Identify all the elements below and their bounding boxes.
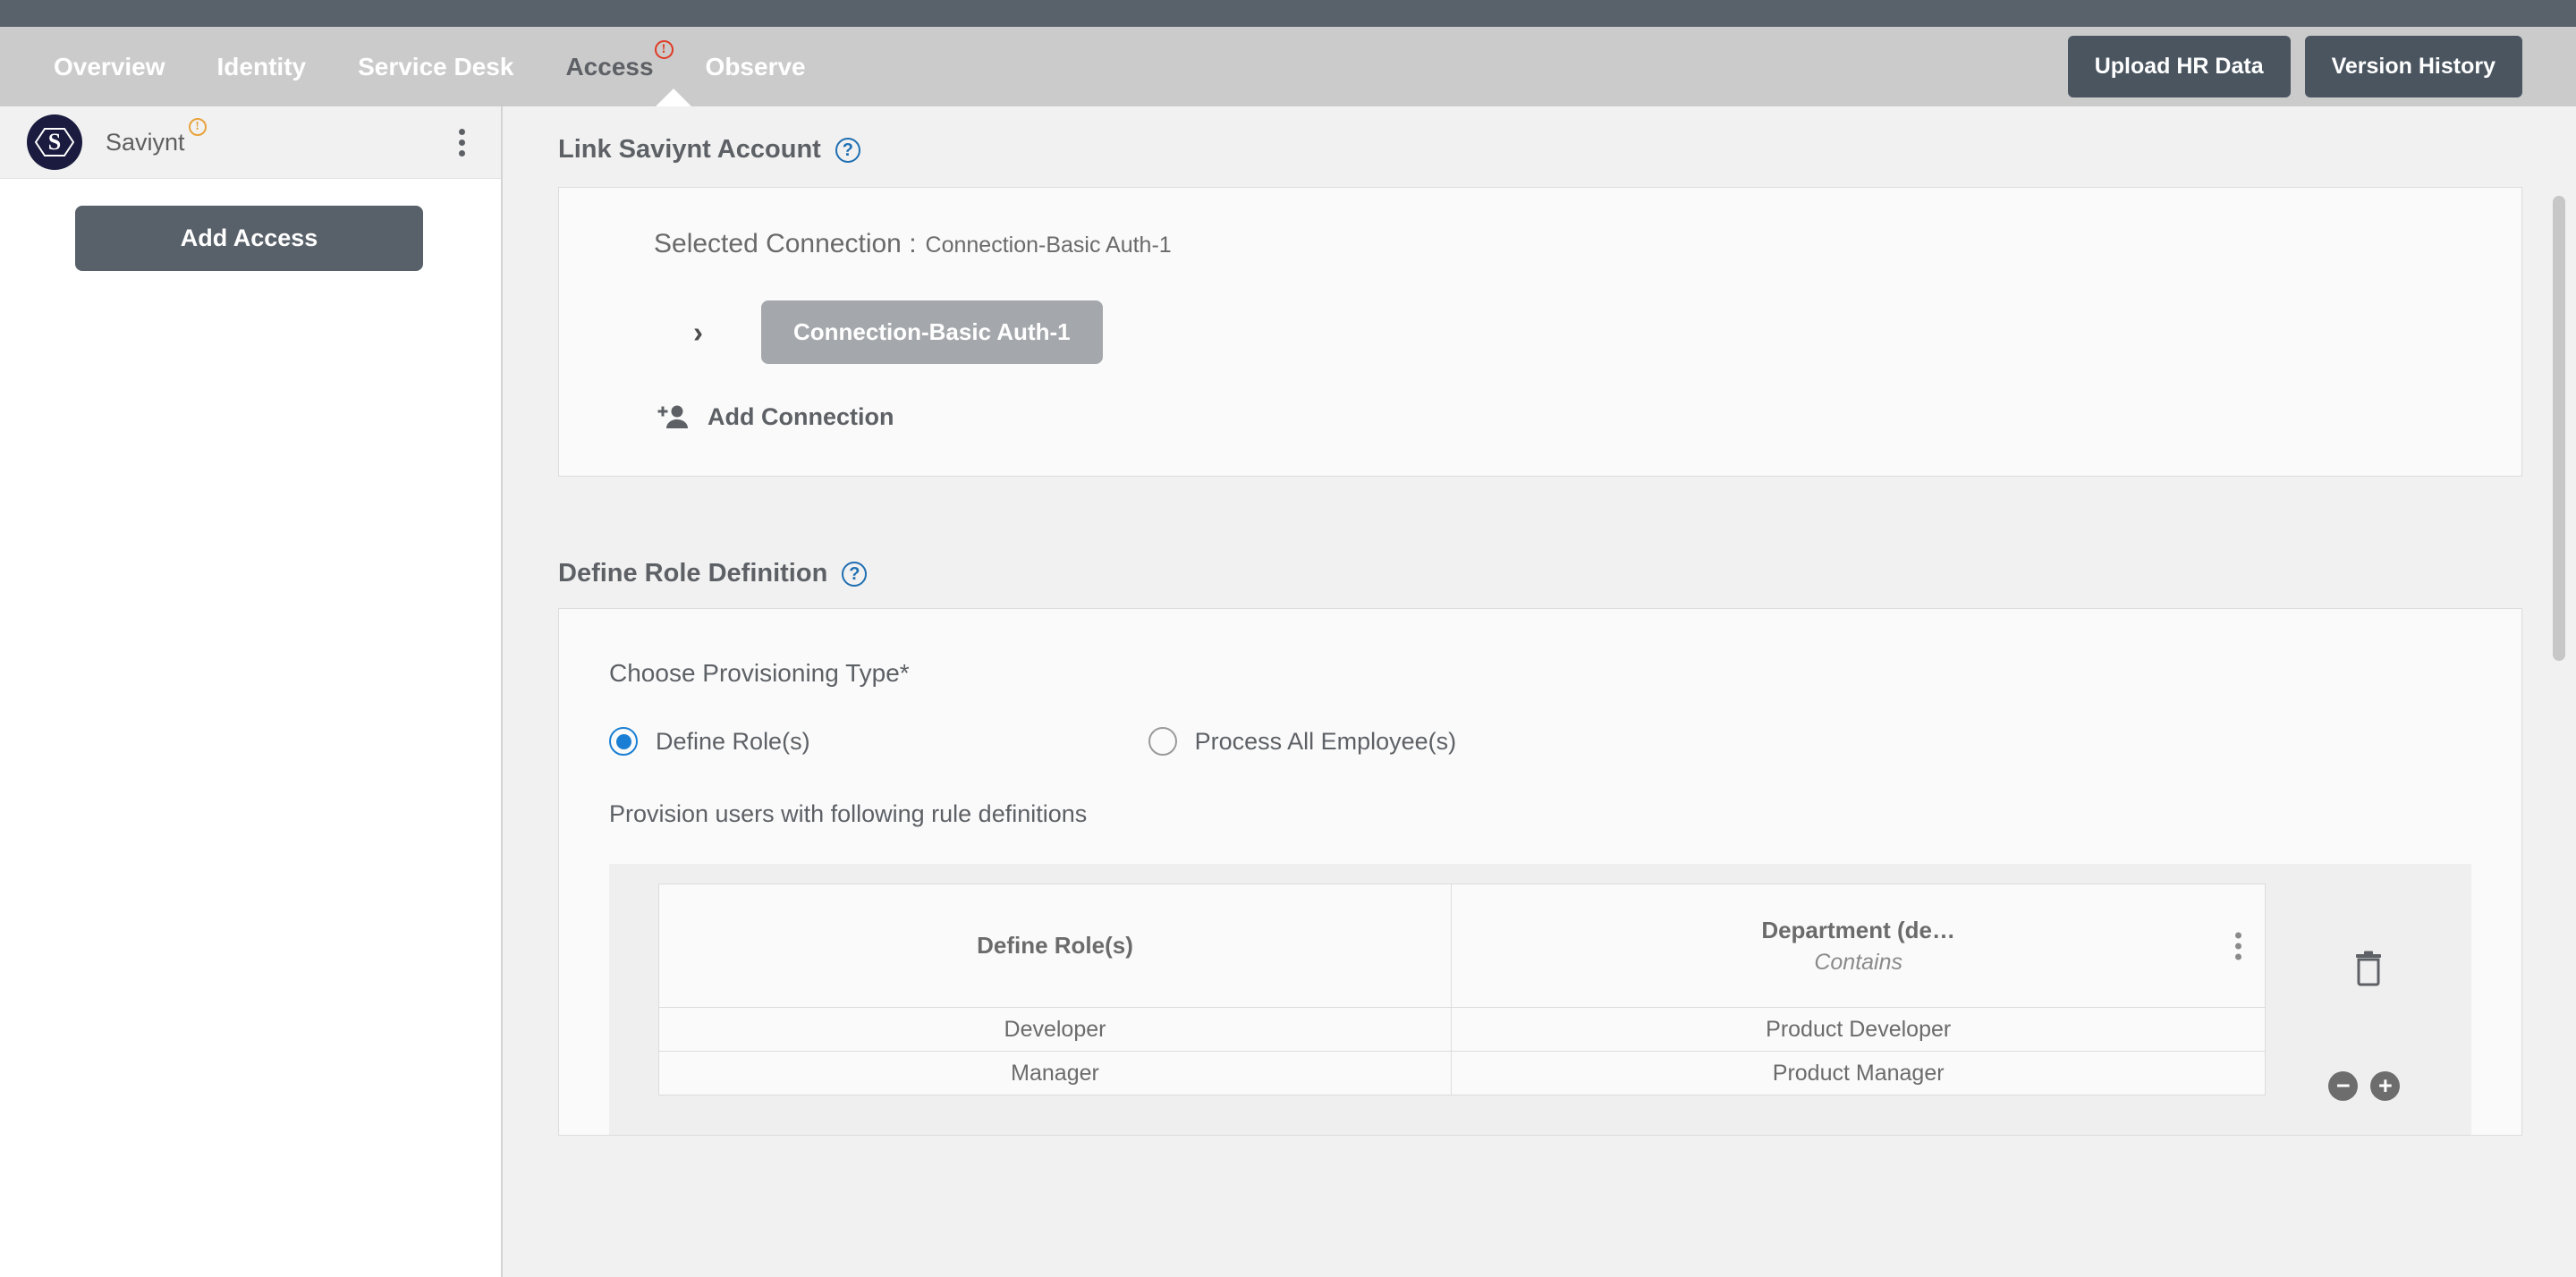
column-header-department[interactable]: Department (de… Contains: [1450, 884, 2267, 1008]
add-person-icon: [657, 405, 688, 428]
nav-item-observe[interactable]: Observe: [706, 53, 806, 81]
connection-pill-button[interactable]: Connection-Basic Auth-1: [761, 300, 1103, 364]
delete-rule-button[interactable]: [2352, 951, 2385, 991]
dot: [2235, 932, 2242, 938]
saviynt-logo-icon: S: [27, 114, 82, 170]
radio-unselected-icon: [1148, 727, 1177, 756]
provisioning-type-radio-group: Define Role(s) Process All Employee(s): [559, 727, 2521, 756]
logo-letter: S: [47, 129, 62, 155]
role-definition-title: Define Role Definition ?: [558, 559, 2522, 588]
column-header-label: Define Role(s): [977, 932, 1133, 959]
radio-process-all-employees[interactable]: Process All Employee(s): [1148, 727, 1457, 756]
role-definition-panel: Choose Provisioning Type* Define Role(s)…: [558, 608, 2522, 1136]
column-overflow-menu-icon[interactable]: [2235, 932, 2242, 960]
nav-item-label: Observe: [705, 52, 806, 80]
add-access-wrapper: Add Access: [0, 179, 501, 271]
rule-side-actions: − +: [2266, 884, 2471, 1101]
nav-item-access[interactable]: Access !: [565, 39, 674, 81]
sidebar-org-header: S Saviynt !: [0, 106, 501, 179]
version-history-button[interactable]: Version History: [2304, 36, 2522, 97]
table-row[interactable]: Developer Product Developer: [658, 1007, 2267, 1052]
selected-connection-label: Selected Connection :: [654, 229, 917, 258]
nav-item-label: Access: [565, 52, 654, 80]
dot: [459, 139, 465, 146]
column-header-operator: Contains: [1814, 949, 1902, 975]
nav-items: Overview Identity Service Desk Access ! …: [0, 39, 858, 81]
sidebar: S Saviynt ! Add Access: [0, 106, 503, 1277]
rule-definitions-table: Define Role(s) Department (de… Contains: [658, 884, 2267, 1095]
link-account-panel: Selected Connection : Connection-Basic A…: [558, 187, 2522, 477]
add-access-button[interactable]: Add Access: [75, 206, 423, 271]
radio-define-roles-label: Define Role(s): [656, 727, 810, 755]
table-header-row: Define Role(s) Department (de… Contains: [658, 884, 2267, 1008]
selected-connection-value: Connection-Basic Auth-1: [925, 233, 1172, 258]
radio-selected-icon: [609, 727, 638, 756]
cell-department[interactable]: Product Developer: [1450, 1007, 2267, 1052]
add-connection-label: Add Connection: [708, 403, 894, 430]
org-name-label: Saviynt: [106, 128, 185, 156]
cell-department[interactable]: Product Manager: [1450, 1051, 2267, 1095]
connection-row: › Connection-Basic Auth-1: [559, 300, 2521, 364]
nav-item-service-desk[interactable]: Service Desk: [358, 53, 513, 81]
column-header-label: Department (de…: [1761, 916, 1956, 943]
org-warning-badge-icon: !: [188, 117, 207, 136]
dot: [2235, 953, 2242, 960]
rule-definitions-container: Define Role(s) Department (de… Contains: [609, 864, 2471, 1135]
row-stepper-buttons: − +: [2328, 1071, 2401, 1101]
upload-hr-data-button[interactable]: Upload HR Data: [2067, 36, 2291, 97]
link-account-title: Link Saviynt Account ?: [558, 135, 2522, 165]
help-icon[interactable]: ?: [835, 137, 860, 163]
role-definition-title-label: Define Role Definition: [558, 559, 828, 588]
nav-item-identity[interactable]: Identity: [217, 53, 307, 81]
table-body: Developer Product Developer Manager Prod…: [658, 1007, 2267, 1095]
chevron-right-icon[interactable]: ›: [693, 317, 729, 347]
table-row[interactable]: Manager Product Manager: [658, 1051, 2267, 1095]
radio-dot: [615, 733, 631, 749]
main-content: Link Saviynt Account ? Selected Connecti…: [503, 106, 2576, 1277]
vertical-scrollbar-thumb[interactable]: [2553, 196, 2565, 661]
active-tab-pointer-icon: [656, 89, 691, 106]
provision-note: Provision users with following rule defi…: [609, 800, 1088, 827]
org-name: Saviynt !: [106, 117, 207, 156]
selected-connection-row: Selected Connection : Connection-Basic A…: [559, 229, 2521, 259]
remove-row-button[interactable]: −: [2328, 1071, 2359, 1101]
nav-item-label: Overview: [54, 52, 165, 80]
top-strip: [0, 0, 2576, 27]
dot: [459, 149, 465, 156]
radio-process-all-employees-label: Process All Employee(s): [1194, 727, 1457, 755]
dot: [459, 128, 465, 135]
main-navbar: Overview Identity Service Desk Access ! …: [0, 27, 2576, 106]
table-head: Define Role(s) Department (de… Contains: [658, 884, 2267, 1008]
nav-item-label: Identity: [216, 52, 307, 80]
add-connection-button[interactable]: Add Connection: [559, 403, 2521, 431]
dot: [2235, 943, 2242, 949]
page-body: S Saviynt ! Add Access Link Saviynt Acco…: [0, 106, 2576, 1277]
link-account-title-label: Link Saviynt Account: [558, 135, 821, 164]
nav-item-label: Service Desk: [358, 52, 514, 80]
help-icon[interactable]: ?: [842, 561, 868, 587]
cell-role[interactable]: Manager: [658, 1051, 1452, 1095]
sidebar-overflow-menu-icon[interactable]: [453, 123, 470, 162]
vertical-scrollbar-track[interactable]: [2553, 106, 2571, 1277]
nav-item-overview[interactable]: Overview: [54, 53, 165, 81]
cell-role[interactable]: Developer: [658, 1007, 1452, 1052]
warning-badge-icon: !: [654, 39, 674, 59]
choose-provisioning-type-label: Choose Provisioning Type*: [609, 659, 910, 687]
nav-actions: Upload HR Data Version History: [2067, 36, 2576, 97]
column-header-define-roles[interactable]: Define Role(s): [658, 884, 1452, 1008]
add-row-button[interactable]: +: [2370, 1071, 2401, 1101]
radio-define-roles[interactable]: Define Role(s): [609, 727, 810, 756]
trash-icon: [2356, 951, 2382, 986]
